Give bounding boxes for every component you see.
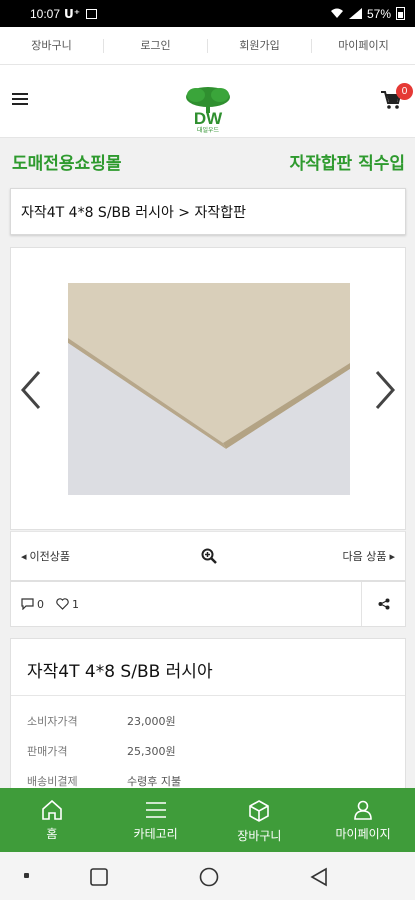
row-key: 배송비결제: [27, 775, 78, 788]
comment-count-value: 0: [37, 597, 44, 611]
top-nav-login[interactable]: 로그인: [104, 38, 208, 53]
logo-subtitle: 대일우드: [196, 127, 220, 134]
share-button[interactable]: [361, 582, 405, 626]
share-icon: [378, 598, 389, 610]
plywood-board-image: [68, 283, 350, 495]
home-icon: [42, 800, 62, 820]
carrier-label: U⁺: [64, 6, 81, 21]
banner-right-text: 자작합판 직수입: [289, 153, 405, 174]
tab-cart[interactable]: 장바구니: [208, 788, 312, 852]
top-nav-mypage[interactable]: 마이페이지: [312, 39, 415, 53]
tab-mypage[interactable]: 마이페이지: [311, 788, 415, 852]
hamburger-menu-icon[interactable]: [12, 93, 28, 105]
battery-percent: 57%: [366, 6, 391, 21]
product-title: 자작4T 4*8 S/BB 러시아: [27, 662, 213, 682]
comment-icon: [21, 598, 34, 610]
price-row-consumer: 소비자가격 23,000원: [27, 713, 176, 729]
battery-icon: [396, 7, 405, 20]
info-divider: [11, 695, 405, 696]
comment-count[interactable]: 0: [21, 598, 44, 611]
tab-category-label: 카테고리: [133, 827, 178, 841]
dot-icon[interactable]: [24, 873, 29, 878]
product-info-card: 자작4T 4*8 S/BB 러시아 소비자가격 23,000원 판매가격 25,…: [10, 638, 406, 798]
menu-icon: [145, 802, 166, 818]
tab-home[interactable]: 홈: [0, 788, 104, 852]
top-nav-signup[interactable]: 회원가입: [208, 38, 312, 53]
top-nav: 장바구니 로그인 회원가입 마이페이지: [0, 27, 415, 65]
wifi-icon: [330, 8, 343, 18]
top-nav-cart[interactable]: 장바구니: [0, 38, 104, 53]
product-image-card: [10, 247, 406, 530]
cart-count-badge: 0: [396, 83, 413, 100]
prev-product-label: 이전상품: [29, 550, 71, 563]
box-icon: [249, 800, 270, 822]
tab-cart-label: 장바구니: [237, 829, 282, 843]
product-photo[interactable]: [68, 283, 350, 495]
next-product-label: 다음 상품: [342, 550, 387, 563]
promo-banner: 도매전용쇼핑몰 자작합판 직수입: [0, 138, 415, 184]
signal-icon: [348, 8, 362, 19]
home-button-icon[interactable]: [199, 867, 219, 887]
cart-button[interactable]: 0: [381, 83, 413, 111]
row-value: 23,000원: [127, 715, 176, 728]
chevron-left-icon[interactable]: [19, 370, 43, 410]
back-icon[interactable]: [310, 867, 328, 887]
bottom-tab-bar: 홈 카테고리 장바구니 마이페이지: [0, 788, 415, 852]
caret-left-icon: ◂: [21, 549, 27, 563]
product-pager: ◂ 이전상품 다음 상품 ▸: [10, 531, 406, 581]
price-row-sale: 판매가격 25,300원: [27, 743, 176, 759]
like-count-value: 1: [72, 597, 79, 611]
status-bar: 10:07 U⁺ 57%: [0, 0, 415, 27]
banner-left-text: 도매전용쇼핑몰: [12, 153, 122, 174]
row-value: 25,300원: [127, 745, 176, 758]
tab-home-label: 홈: [46, 827, 58, 841]
tab-mypage-label: 마이페이지: [335, 827, 391, 841]
site-header: DW 대일우드 0: [0, 65, 415, 138]
row-key: 판매가격: [27, 745, 68, 758]
social-bar: 0 1: [10, 581, 406, 627]
row-value: 수령후 지불: [127, 775, 182, 788]
prev-product-link[interactable]: ◂ 이전상품: [21, 548, 70, 564]
recent-apps-icon[interactable]: [90, 868, 108, 886]
like-count[interactable]: 1: [56, 598, 79, 611]
caret-right-icon: ▸: [389, 549, 395, 563]
shipping-row: 배송비결제 수령후 지불: [27, 773, 181, 789]
status-time: 10:07: [30, 6, 61, 21]
tab-category[interactable]: 카테고리: [104, 788, 208, 852]
next-product-link[interactable]: 다음 상품 ▸: [342, 548, 395, 564]
message-icon: [86, 8, 98, 19]
user-icon: [354, 800, 372, 820]
chevron-right-icon[interactable]: [373, 370, 397, 410]
breadcrumb: 자작4T 4*8 S/BB 러시아 > 자작합판: [10, 188, 406, 235]
zoom-icon[interactable]: [201, 548, 217, 564]
system-nav-bar: [0, 852, 415, 900]
heart-icon: [56, 598, 69, 610]
row-key: 소비자가격: [27, 715, 78, 728]
